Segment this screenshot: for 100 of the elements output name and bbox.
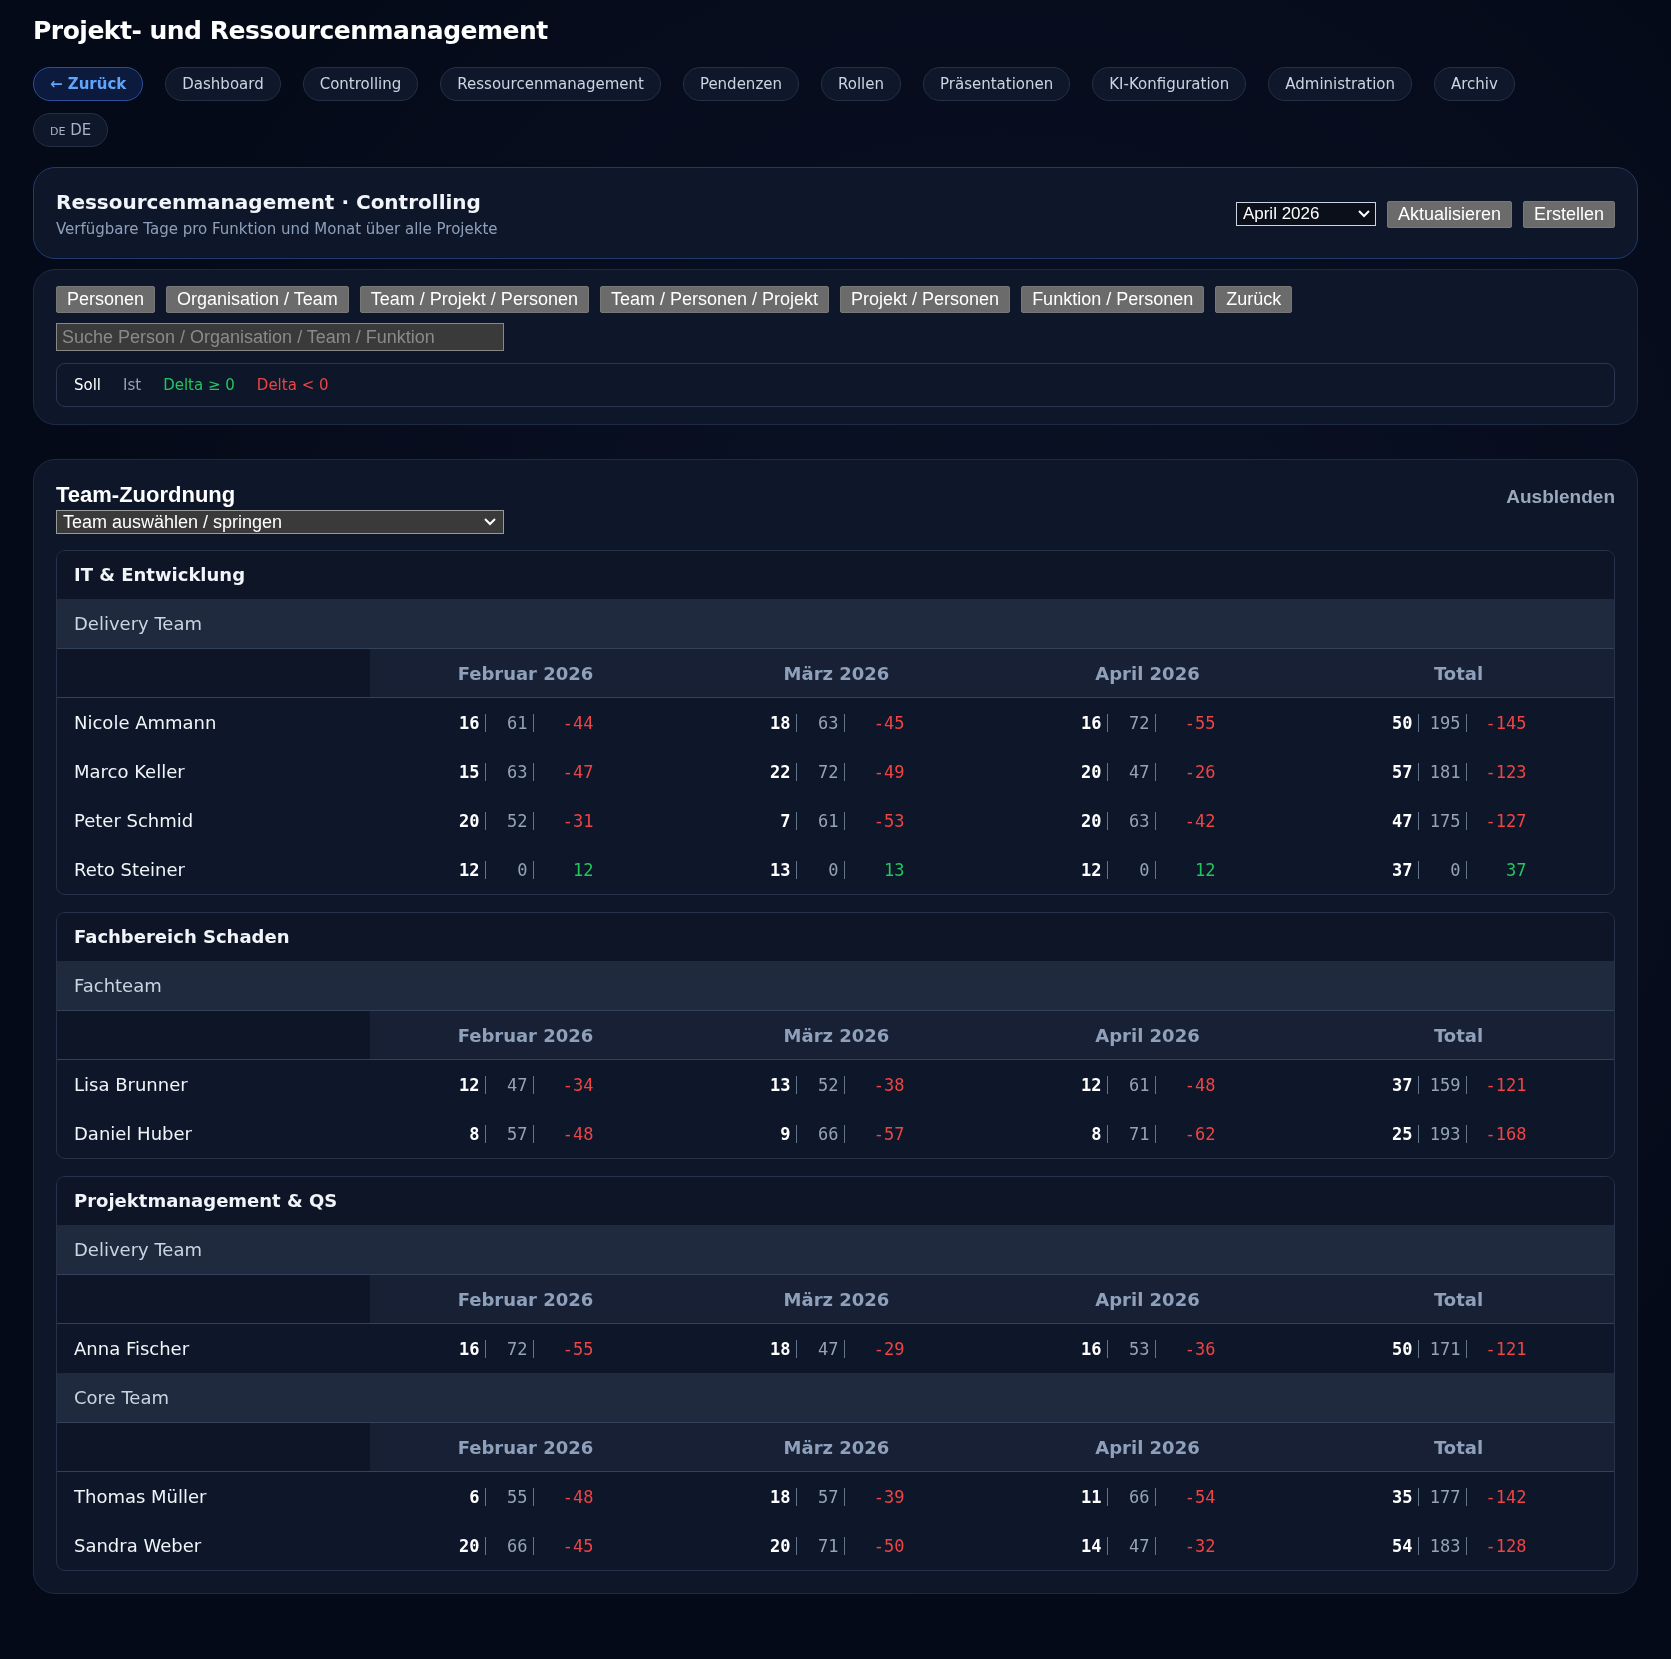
person-name: Peter Schmid [73, 810, 195, 831]
team-name: Delivery Team [57, 599, 1614, 649]
ist-value: 0 [485, 860, 534, 879]
person-name: Nicole Ammann [73, 712, 218, 733]
view-button[interactable]: Zurück [1215, 286, 1293, 313]
nav-tab[interactable]: KI-Konfiguration [1092, 67, 1247, 101]
soll-value: 57 [1378, 762, 1419, 781]
person-name: Marco Keller [73, 761, 186, 782]
page-title: Projekt- und Ressourcenmanagement [33, 16, 549, 45]
delta-value: -54 [1183, 1487, 1216, 1506]
nav-tab[interactable]: Ressourcenmanagement [440, 67, 661, 101]
hide-link[interactable]: Ausblenden [1506, 486, 1615, 508]
view-button[interactable]: Team / Projekt / Personen [359, 286, 589, 313]
ist-value: 72 [796, 762, 845, 781]
month-select[interactable]: April 2026 [1235, 202, 1376, 226]
soll-value: 50 [1378, 1339, 1419, 1358]
view-button[interactable]: Funktion / Personen [1021, 286, 1205, 313]
soll-value: 35 [1378, 1487, 1419, 1506]
chevron-down-icon [483, 517, 497, 527]
nav-tab[interactable]: Pendenzen [682, 67, 799, 101]
soll-value: 8 [445, 1124, 486, 1143]
action-button[interactable]: Erstellen [1522, 200, 1615, 228]
ist-value: 195 [1418, 713, 1467, 732]
nav-tab[interactable]: Controlling [302, 67, 419, 101]
legend-item: Delta ≥ 0 [163, 376, 235, 394]
soll-value: 13 [756, 1075, 797, 1094]
ist-value: 63 [485, 762, 534, 781]
ist-value: 181 [1418, 762, 1467, 781]
soll-value: 7 [756, 811, 797, 830]
ist-value: 53 [1107, 1339, 1156, 1358]
delta-value: -142 [1484, 1487, 1527, 1506]
column-header: Februar 2026 [370, 1011, 681, 1059]
team-name: Fachteam [57, 961, 1614, 1011]
soll-value: 20 [1067, 762, 1108, 781]
view-button[interactable]: Organisation / Team [166, 286, 349, 313]
ist-value: 61 [485, 713, 534, 732]
soll-value: 20 [756, 1536, 797, 1555]
nav-tab[interactable]: ← Zurück [33, 67, 144, 101]
delta-value: -47 [561, 762, 594, 781]
ist-value: 47 [1107, 1536, 1156, 1555]
nav-tab[interactable]: Präsentationen [923, 67, 1071, 101]
column-header: Total [1303, 1275, 1614, 1323]
delta-value: -62 [1183, 1124, 1216, 1143]
soll-value: 37 [1378, 860, 1419, 879]
ist-value: 55 [485, 1487, 534, 1506]
view-button[interactable]: Team / Personen / Projekt [599, 286, 830, 313]
soll-value: 20 [445, 1536, 486, 1555]
person-name: Lisa Brunner [73, 1074, 189, 1095]
column-header: April 2026 [992, 1275, 1303, 1323]
soll-value: 47 [1378, 811, 1419, 830]
ist-value: 175 [1418, 811, 1467, 830]
ist-value: 72 [1107, 713, 1156, 732]
delta-value: -121 [1484, 1075, 1527, 1094]
soll-value: 18 [756, 713, 797, 732]
chevron-down-icon [1356, 209, 1371, 219]
section-title: Ressourcenmanagement · Controlling [56, 190, 482, 214]
soll-value: 12 [1067, 860, 1108, 879]
delta-value: -53 [872, 811, 905, 830]
delta-value: -145 [1484, 713, 1527, 732]
ist-value: 0 [796, 860, 845, 879]
ist-value: 177 [1418, 1487, 1467, 1506]
nav-tab[interactable]: Archiv [1434, 67, 1515, 101]
column-header: Februar 2026 [370, 1423, 681, 1471]
ist-value: 0 [1418, 860, 1467, 879]
ist-value: 183 [1418, 1536, 1467, 1555]
delta-value: -42 [1183, 811, 1216, 830]
view-button[interactable]: Projekt / Personen [840, 286, 1011, 313]
ist-value: 159 [1418, 1075, 1467, 1094]
delta-value: -55 [561, 1339, 594, 1358]
team-select[interactable]: Team auswählen / springen [56, 510, 504, 534]
team-name: Delivery Team [57, 1225, 1614, 1275]
delta-value: -38 [872, 1075, 905, 1094]
person-name: Thomas Müller [73, 1486, 208, 1507]
column-header: Total [1303, 649, 1614, 697]
soll-value: 12 [1067, 1075, 1108, 1094]
search-field[interactable]: Suche Person / Organisation / Team / Funktion [56, 323, 504, 351]
soll-value: 12 [445, 1075, 486, 1094]
soll-value: 20 [445, 811, 486, 830]
nav-tab[interactable]: Administration [1268, 67, 1412, 101]
ist-value: 61 [796, 811, 845, 830]
delta-value: -31 [561, 811, 594, 830]
ist-value: 52 [796, 1075, 845, 1094]
view-button[interactable]: Personen [56, 286, 156, 313]
soll-value: 6 [445, 1487, 486, 1506]
ist-value: 52 [485, 811, 534, 830]
soll-value: 13 [756, 860, 797, 879]
delta-value: -127 [1484, 811, 1527, 830]
language-button[interactable]: DE DE [33, 113, 109, 147]
delta-value: -39 [872, 1487, 905, 1506]
delta-value: 12 [1194, 860, 1216, 879]
nav-tab[interactable]: Rollen [821, 67, 901, 101]
delta-value: -128 [1484, 1536, 1527, 1555]
legend-item: Soll [74, 376, 102, 394]
column-header: April 2026 [992, 1011, 1303, 1059]
ist-value: 66 [796, 1124, 845, 1143]
ist-value: 47 [485, 1075, 534, 1094]
action-button[interactable]: Aktualisieren [1386, 200, 1512, 228]
ist-value: 71 [1107, 1124, 1156, 1143]
soll-value: 18 [756, 1339, 797, 1358]
nav-tab[interactable]: Dashboard [165, 67, 281, 101]
